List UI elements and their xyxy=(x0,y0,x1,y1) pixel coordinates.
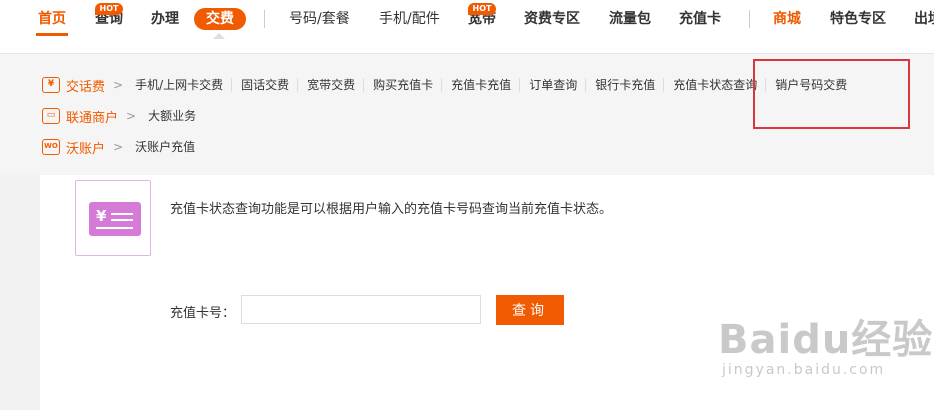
chevron-right-icon: > xyxy=(113,140,124,154)
card-line xyxy=(111,219,133,221)
nav-broadband[interactable]: HOT 宽带 xyxy=(468,3,496,29)
nav-home-underline xyxy=(36,33,68,36)
yen-icon: ¥ xyxy=(42,77,60,93)
card-number-input[interactable] xyxy=(241,295,481,324)
link-order-query[interactable]: 订单查询 xyxy=(519,78,585,92)
hot-badge: HOT xyxy=(95,3,123,15)
link-mobile-pay[interactable]: 手机/上网卡交费 xyxy=(135,78,231,92)
baidu-watermark: Baidu经验 jingyan.baidu.com xyxy=(718,318,933,378)
link-landline-pay[interactable]: 固话交费 xyxy=(231,78,297,92)
link-large-business[interactable]: 大额业务 xyxy=(148,109,204,123)
link-card-status[interactable]: 充值卡状态查询 xyxy=(663,78,765,92)
nav-query[interactable]: HOT 查询 xyxy=(95,3,123,29)
query-button[interactable]: 查询 xyxy=(496,295,564,325)
link-card-recharge[interactable]: 充值卡充值 xyxy=(441,78,519,92)
nav-recharge-card[interactable]: 充值卡 xyxy=(679,9,721,29)
link-bank-card[interactable]: 银行卡充值 xyxy=(585,78,663,92)
card-icon: ¥ xyxy=(89,202,141,236)
row-links: 大额业务 xyxy=(148,109,204,123)
watermark-sub: jingyan.baidu.com xyxy=(722,362,886,378)
chevron-right-icon: > xyxy=(126,109,137,123)
card-line xyxy=(111,213,133,215)
panel-row-merchant: ▭ 联通商户 > 大额业务 xyxy=(42,105,204,127)
nav-pay[interactable]: 交费 xyxy=(194,8,246,30)
nav-divider xyxy=(749,10,750,28)
card-line xyxy=(96,227,133,229)
link-broadband-pay[interactable]: 宽带交费 xyxy=(297,78,363,92)
nav-phones[interactable]: 手机/配件 xyxy=(379,9,440,29)
panel-row-phone-pay: ¥ 交话费 > 手机/上网卡交费 固话交费 宽带交费 购买充值卡 充值卡充值 订… xyxy=(42,74,855,96)
row-title[interactable]: 联通商户 xyxy=(66,107,118,126)
top-navigation: 首页 HOT 查询 办理 交费 号码/套餐 手机/配件 HOT 宽带 资费专区 … xyxy=(0,0,934,40)
link-buy-card[interactable]: 购买充值卡 xyxy=(363,78,441,92)
row-links: 沃账户充值 xyxy=(135,140,203,154)
card-number-label: 充值卡号： xyxy=(170,306,236,321)
yen-icon: ¥ xyxy=(96,207,107,225)
panel-row-wo-account: WO 沃账户 > 沃账户充值 xyxy=(42,136,203,158)
highlight-annotation-box xyxy=(753,59,910,129)
watermark-main: Baidu经验 xyxy=(718,317,934,363)
nav-abroad[interactable]: 出境 xyxy=(914,9,934,29)
hot-badge: HOT xyxy=(468,3,496,15)
nav-divider xyxy=(264,10,265,28)
nav-data-pack[interactable]: 流量包 xyxy=(609,9,651,29)
link-wo-recharge[interactable]: 沃账户充值 xyxy=(135,140,203,154)
left-gutter xyxy=(0,175,40,410)
row-links: 手机/上网卡交费 固话交费 宽带交费 购买充值卡 充值卡充值 订单查询 银行卡充… xyxy=(135,78,855,92)
nav-tariff[interactable]: 资费专区 xyxy=(524,9,580,29)
merchant-icon: ▭ xyxy=(42,108,60,124)
row-title[interactable]: 交话费 xyxy=(66,76,105,95)
recharge-card-icon: ¥ xyxy=(75,180,151,256)
chevron-right-icon: > xyxy=(113,78,124,92)
nav-number-plan[interactable]: 号码/套餐 xyxy=(289,9,350,29)
nav-home[interactable]: 首页 xyxy=(38,9,66,29)
nav-mall[interactable]: 商城 xyxy=(773,9,801,29)
row-title[interactable]: 沃账户 xyxy=(66,138,105,157)
nav-special[interactable]: 特色专区 xyxy=(830,9,886,29)
active-caret-icon xyxy=(213,33,225,39)
nav-handle[interactable]: 办理 xyxy=(151,9,179,29)
wo-icon: WO xyxy=(42,139,60,155)
feature-description: 充值卡状态查询功能是可以根据用户输入的充值卡号码查询当前充值卡状态。 xyxy=(170,202,613,217)
